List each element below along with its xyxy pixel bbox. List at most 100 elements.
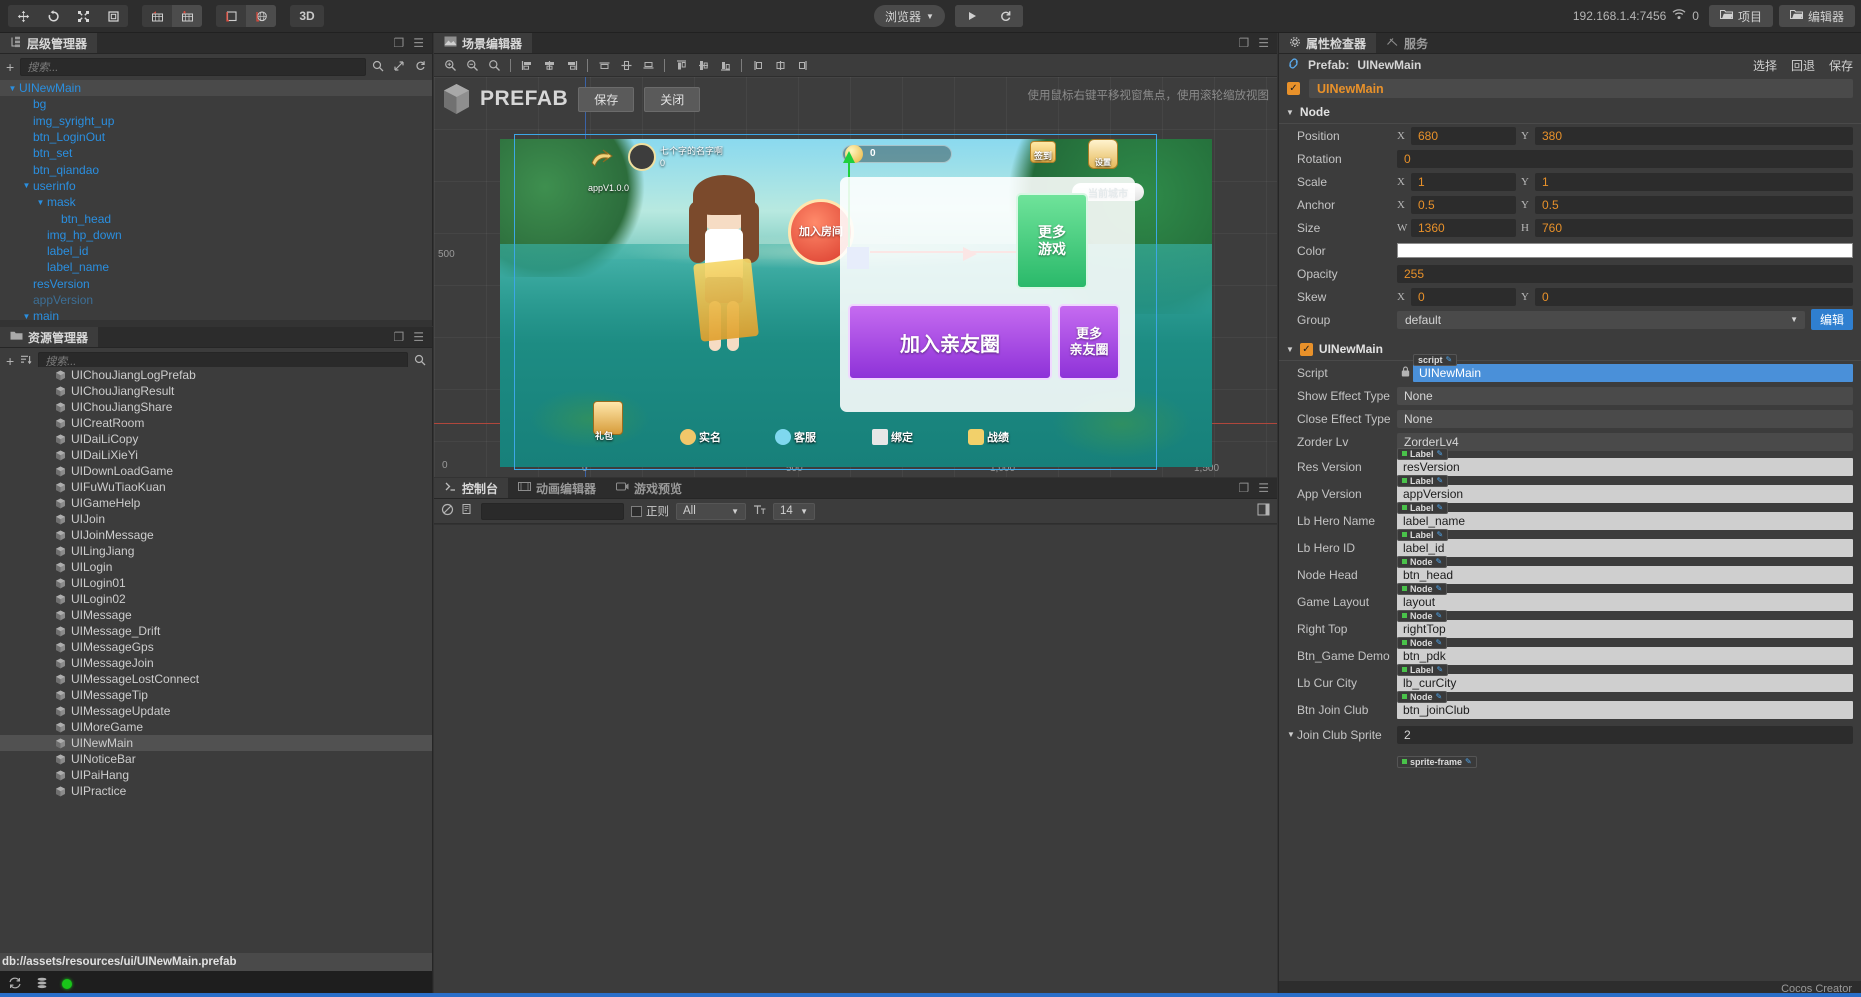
hierarchy-node-btn_qiandao[interactable]: btn_qiandao <box>0 161 432 177</box>
sort-icon[interactable] <box>20 354 32 368</box>
popout-icon[interactable]: ❐ <box>393 36 404 50</box>
copy-console-icon[interactable] <box>461 503 474 519</box>
tab-console[interactable]: 控制台 <box>434 478 508 498</box>
3d-mode-button[interactable]: 3D <box>290 5 324 27</box>
edit-pencil-icon[interactable]: ✎ <box>1436 638 1443 647</box>
more-club-button[interactable]: 更多 亲友圈 <box>1058 304 1120 380</box>
prefab-save-button[interactable]: 保存 <box>578 87 634 112</box>
edit-pencil-icon[interactable]: ✎ <box>1436 584 1443 593</box>
database-icon[interactable] <box>36 977 48 992</box>
edit-pencil-icon[interactable]: ✎ <box>1437 530 1444 539</box>
prop-ref-field[interactable]: resVersion <box>1397 458 1853 476</box>
inspector-content[interactable]: Prefab: UINewMain 选择 回退 保存 ✓ UINewMain ▼… <box>1279 54 1861 981</box>
asset-item-UIMessageTip[interactable]: UIMessageTip <box>0 687 432 703</box>
clear-console-icon[interactable] <box>441 503 454 519</box>
popout-icon-assets[interactable]: ❐ <box>393 330 404 344</box>
asset-item-UIPractice[interactable]: UIPractice <box>0 783 432 799</box>
tab-game-preview[interactable]: 游戏预览 <box>606 478 692 498</box>
asset-item-UIDaiLiXieYi[interactable]: UIDaiLiXieYi <box>0 447 432 463</box>
node-section-header[interactable]: ▼ Node <box>1279 101 1861 124</box>
sign-in-button[interactable]: 签到 <box>1030 141 1060 173</box>
prop-ref-field[interactable]: lb_curCity <box>1397 674 1853 692</box>
distribute-top-icon[interactable] <box>748 56 768 75</box>
snap-tool-button[interactable] <box>142 5 172 27</box>
back-button[interactable] <box>588 149 614 171</box>
asset-item-UIChouJiangLogPrefab[interactable]: UIChouJiangLogPrefab <box>0 367 432 383</box>
hierarchy-node-userinfo[interactable]: ▼userinfo <box>0 178 432 194</box>
console-output[interactable] <box>434 525 1277 997</box>
prefab-close-button[interactable]: 关闭 <box>644 87 700 112</box>
hierarchy-node-btn_head[interactable]: btn_head <box>0 210 432 226</box>
hierarchy-node-btn_set[interactable]: btn_set <box>0 145 432 161</box>
bottom-item-bind[interactable]: 绑定 <box>872 429 913 445</box>
scale-y-input[interactable]: 1 <box>1535 173 1853 191</box>
prefab-select-action[interactable]: 选择 <box>1753 57 1777 74</box>
rect-tool-button[interactable] <box>98 5 128 27</box>
opacity-input[interactable]: 255 <box>1397 265 1853 283</box>
hierarchy-node-label_id[interactable]: label_id <box>0 243 432 259</box>
edit-pencil-icon[interactable]: ✎ <box>1446 355 1453 364</box>
bottom-item-realname[interactable]: 实名 <box>680 429 721 445</box>
tab-hierarchy[interactable]: 层级管理器 <box>0 33 97 53</box>
asset-item-UILogin02[interactable]: UILogin02 <box>0 591 432 607</box>
hierarchy-node-mask[interactable]: ▼mask <box>0 194 432 210</box>
edit-pencil-icon[interactable]: ✎ <box>1437 476 1444 485</box>
refresh-icon[interactable] <box>414 60 426 75</box>
asset-item-UIChouJiangShare[interactable]: UIChouJiangShare <box>0 399 432 415</box>
align-top-icon[interactable] <box>671 56 691 75</box>
edit-pencil-icon[interactable]: ✎ <box>1437 503 1444 512</box>
prop-value-field[interactable]: ZorderLv4 <box>1397 433 1853 451</box>
preview-target-select[interactable]: 浏览器 ▼ <box>874 5 945 27</box>
pivot-tool-button[interactable] <box>216 5 246 27</box>
chevron-down-icon[interactable]: ▼ <box>20 312 33 320</box>
zoom-reset-icon[interactable] <box>484 56 504 75</box>
position-y-input[interactable]: 380 <box>1535 127 1853 145</box>
coord-tool-button[interactable] <box>246 5 276 27</box>
prefab-save-action[interactable]: 保存 <box>1829 57 1853 74</box>
prop-ref-field[interactable]: label_id <box>1397 539 1853 557</box>
hierarchy-node-img_hp_down[interactable]: img_hp_down <box>0 227 432 243</box>
prop-value-field[interactable]: None <box>1397 410 1853 428</box>
asset-item-UIFuWuTiaoKuan[interactable]: UIFuWuTiaoKuan <box>0 479 432 495</box>
group-select[interactable]: default ▼ <box>1397 311 1805 329</box>
distribute-left-icon[interactable] <box>594 56 614 75</box>
editor-menu-button[interactable]: 编辑器 <box>1779 5 1855 27</box>
asset-item-UILogin01[interactable]: UILogin01 <box>0 575 432 591</box>
prop-ref-field[interactable]: appVersion <box>1397 485 1853 503</box>
anchor-x-input[interactable]: 0.5 <box>1411 196 1516 214</box>
play-button[interactable] <box>955 5 989 27</box>
edit-pencil-icon[interactable]: ✎ <box>1437 449 1444 458</box>
asset-item-UIMessage_Drift[interactable]: UIMessage_Drift <box>0 623 432 639</box>
console-fontsize-select[interactable]: 14 ▼ <box>773 503 815 520</box>
align-right-icon[interactable] <box>561 56 581 75</box>
asset-item-UIJoin[interactable]: UIJoin <box>0 511 432 527</box>
locate-icon[interactable] <box>393 60 405 75</box>
search-icon[interactable] <box>372 60 384 75</box>
distribute-middle-icon[interactable] <box>770 56 790 75</box>
asset-item-UICreatRoom[interactable]: UICreatRoom <box>0 415 432 431</box>
align-bottom-icon[interactable] <box>715 56 735 75</box>
asset-item-UILogin[interactable]: UILogin <box>0 559 432 575</box>
add-asset-button[interactable]: + <box>6 354 14 368</box>
hamburger-menu-icon[interactable]: ☰ <box>413 36 424 50</box>
regex-checkbox[interactable] <box>631 506 642 517</box>
hamburger-menu-icon-console[interactable]: ☰ <box>1258 481 1269 495</box>
text-size-icon[interactable] <box>753 504 766 519</box>
prefab-revert-action[interactable]: 回退 <box>1791 57 1815 74</box>
node-enabled-checkbox[interactable]: ✓ <box>1287 82 1300 95</box>
hierarchy-node-btn_LoginOut[interactable]: btn_LoginOut <box>0 129 432 145</box>
align-middle-icon[interactable] <box>693 56 713 75</box>
sync-icon[interactable] <box>8 977 22 992</box>
console-filter-input[interactable] <box>481 503 624 520</box>
size-w-input[interactable]: 1360 <box>1411 219 1516 237</box>
hierarchy-node-resVersion[interactable]: resVersion <box>0 276 432 292</box>
asset-item-UIMessageGps[interactable]: UIMessageGps <box>0 639 432 655</box>
hierarchy-node-UINewMain[interactable]: ▼UINewMain <box>0 80 432 96</box>
popout-icon-scene[interactable]: ❐ <box>1238 36 1249 50</box>
position-x-input[interactable]: 680 <box>1411 127 1516 145</box>
prop-value-field[interactable]: None <box>1397 387 1853 405</box>
color-swatch[interactable] <box>1397 243 1853 258</box>
bottom-item-record[interactable]: 战绩 <box>968 429 1009 445</box>
add-node-button[interactable]: + <box>6 60 14 74</box>
assets-list[interactable]: UIChouJiangLogPrefabUIChouJiangResultUIC… <box>0 367 432 953</box>
